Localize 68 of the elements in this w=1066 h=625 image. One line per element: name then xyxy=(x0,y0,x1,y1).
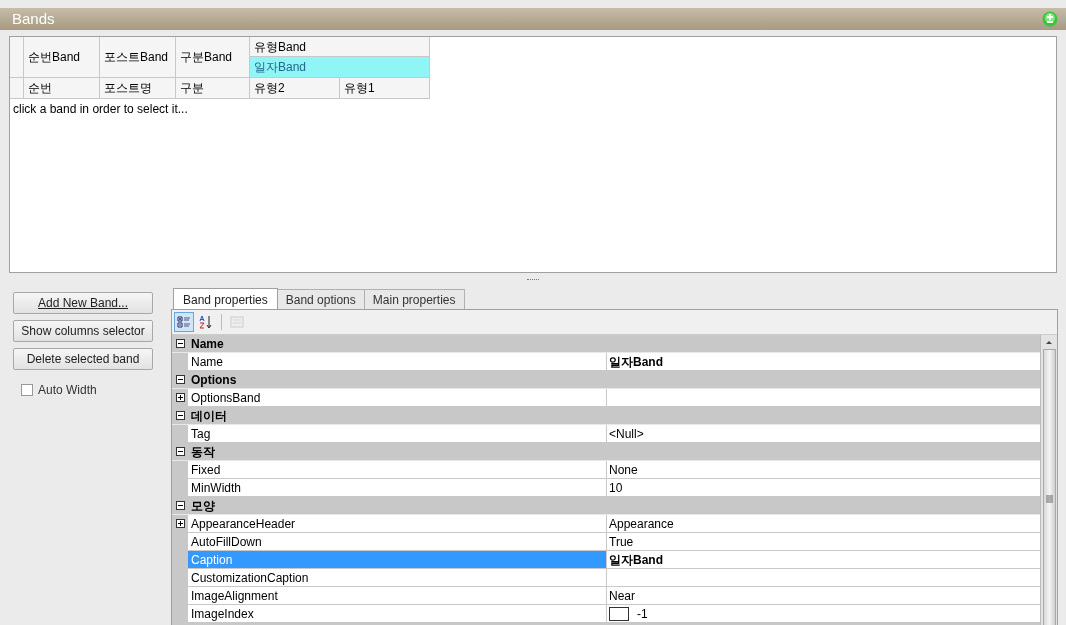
column-header[interactable]: 유형1 xyxy=(340,78,430,99)
tab[interactable]: Band options xyxy=(277,289,365,309)
property-row[interactable]: Caption 일자Band xyxy=(172,551,1040,569)
property-name[interactable]: OptionsBand xyxy=(188,389,607,406)
property-name[interactable]: CustomizationCaption xyxy=(188,569,607,586)
auto-width-checkbox[interactable]: Auto Width xyxy=(21,381,171,399)
expand-icon[interactable] xyxy=(175,519,185,528)
property-name[interactable]: Name xyxy=(188,353,607,370)
property-row[interactable]: MinWidth 10 xyxy=(172,479,1040,497)
column-header[interactable]: 포스트명 xyxy=(100,78,176,99)
column-header[interactable]: 구분 xyxy=(176,78,250,99)
action-button[interactable]: Show columns selector xyxy=(13,320,153,342)
collapse-icon[interactable] xyxy=(175,447,185,456)
collapse-icon[interactable] xyxy=(175,375,185,384)
value-cell[interactable]: 일자Band xyxy=(607,353,1040,370)
property-name[interactable]: ImageIndex xyxy=(188,605,607,622)
splitter-handle[interactable] xyxy=(527,279,539,281)
image-preview xyxy=(609,606,629,621)
scrollbar[interactable] xyxy=(1040,335,1057,625)
band-header[interactable]: 유형Band xyxy=(250,37,430,57)
band-header[interactable]: 구분Band xyxy=(176,37,250,78)
category-label: Name xyxy=(190,335,224,353)
tab[interactable]: Main properties xyxy=(364,289,465,309)
categorized-view-button[interactable] xyxy=(174,312,194,332)
column-header[interactable]: 유형2 xyxy=(250,78,340,99)
property-row[interactable]: ImageIndex -1 xyxy=(172,605,1040,623)
property-row[interactable]: CustomizationCaption xyxy=(172,569,1040,587)
property-row[interactable]: Tag <Null> xyxy=(172,425,1040,443)
category-label: 데이터 xyxy=(190,407,227,425)
property-name[interactable]: ImageAlignment xyxy=(188,587,607,604)
band-header[interactable]: 일자Band xyxy=(250,57,430,78)
property-name[interactable]: Fixed xyxy=(188,461,607,478)
collapse-icon[interactable] xyxy=(175,501,185,510)
collapse-icon[interactable] xyxy=(175,411,185,420)
action-button[interactable]: Delete selected band xyxy=(13,348,153,370)
value-cell[interactable]: 일자Band xyxy=(607,551,1040,568)
value-cell[interactable]: None xyxy=(607,461,1040,478)
category-label: 동작 xyxy=(190,443,215,461)
value-cell[interactable]: True xyxy=(607,533,1040,550)
property-name[interactable]: MinWidth xyxy=(188,479,607,496)
property-row[interactable]: AppearanceHeader Appearance xyxy=(172,515,1040,533)
value-cell[interactable]: 10 xyxy=(607,479,1040,496)
tab[interactable]: Band properties xyxy=(173,288,278,310)
property-name[interactable]: Tag xyxy=(188,425,607,442)
band-header[interactable]: 순번Band xyxy=(24,37,100,78)
property-row[interactable]: Name 일자Band xyxy=(172,353,1040,371)
category-label: 모양 xyxy=(190,497,215,515)
hint-text: click a band in order to select it... xyxy=(12,101,189,118)
panel-title: Bands xyxy=(12,8,55,29)
category-label: Options xyxy=(190,371,237,389)
value-cell[interactable]: <Null> xyxy=(607,425,1040,442)
value-cell[interactable] xyxy=(607,389,1040,406)
column-header[interactable]: 순번 xyxy=(24,78,100,99)
collapse-icon[interactable] xyxy=(175,339,185,348)
property-row[interactable]: Fixed None xyxy=(172,461,1040,479)
value-cell[interactable] xyxy=(607,569,1040,586)
value-cell[interactable]: Appearance xyxy=(607,515,1040,532)
property-name[interactable]: AutoFillDown xyxy=(188,533,607,550)
property-row[interactable]: OptionsBand xyxy=(172,389,1040,407)
value-cell[interactable]: Near xyxy=(607,587,1040,604)
band-header[interactable]: 포스트Band xyxy=(100,37,176,78)
action-button[interactable]: Add New Band... xyxy=(13,292,153,314)
scroll-thumb[interactable] xyxy=(1042,349,1056,625)
expand-icon[interactable] xyxy=(175,393,185,402)
property-row[interactable]: AutoFillDown True xyxy=(172,533,1040,551)
property-row[interactable]: ImageAlignment Near xyxy=(172,587,1040,605)
value-cell[interactable]: -1 xyxy=(607,605,1040,622)
property-name[interactable]: AppearanceHeader xyxy=(188,515,607,532)
